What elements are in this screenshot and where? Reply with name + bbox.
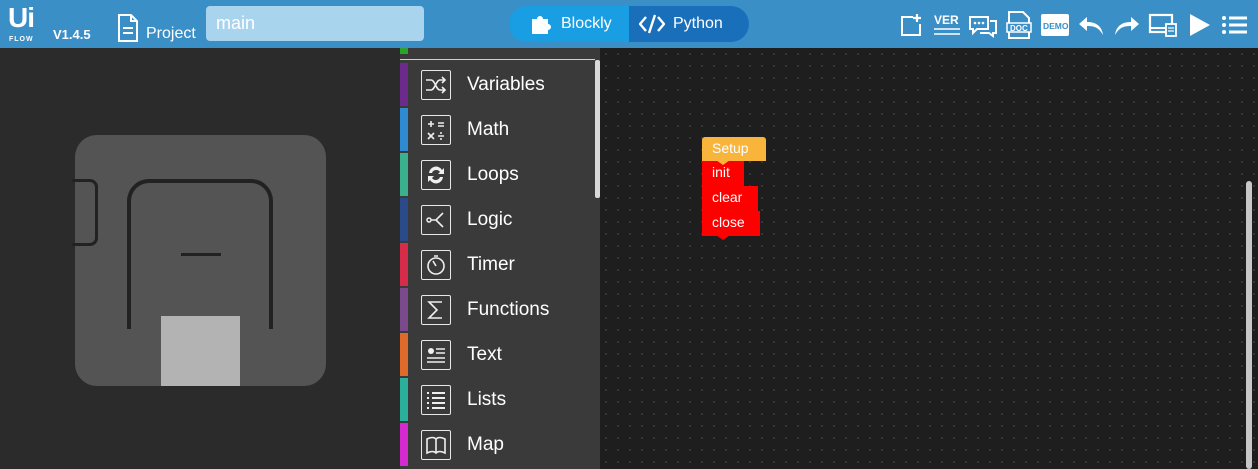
category-color-bar [400,108,408,151]
toolbar: VER DOC DEMO [892,8,1252,42]
divider [400,59,595,60]
puzzle-icon [532,16,551,34]
sigma-icon [421,295,451,325]
version-button[interactable]: VER [930,8,964,42]
category-logic[interactable]: Logic [400,198,595,241]
top-bar: Ui FLOW V1.4.5 Project Blockly [0,0,1258,48]
category-color-bar [400,243,408,286]
device-icon [1148,13,1177,37]
new-file-icon [901,14,921,36]
run-button[interactable] [1182,8,1216,42]
device-preview[interactable] [72,135,326,386]
category-label: Functions [467,299,550,320]
category-color-bar [400,288,408,331]
clear-block[interactable]: clear [702,186,758,211]
loop-icon [421,160,451,190]
list-icon [421,385,451,415]
math-icon [421,115,451,145]
mode-switch: Blockly Python [509,6,749,42]
menu-icon [1222,16,1247,34]
menu-button[interactable] [1218,8,1252,42]
block-connector-notch [716,160,730,165]
uiflow-logo: Ui FLOW [8,2,46,44]
category-map[interactable]: Map [400,423,595,466]
shuffle-icon [421,70,451,100]
category-label: Loops [467,164,519,185]
file-icon[interactable] [117,14,139,42]
category-label: Lists [467,389,507,410]
category-color-bar [400,333,408,376]
category-label: Text [467,344,502,365]
project-button[interactable]: Project [146,25,196,43]
comment-icon [969,16,997,38]
map-icon [421,430,451,460]
python-mode-label: Python [673,15,723,32]
logo-text: Ui [8,2,35,33]
category-label: Logic [467,209,513,230]
category-label: Math [467,119,510,140]
version-icon: VER [934,13,960,35]
new-file-button[interactable] [894,8,928,42]
doc-button[interactable]: DOC [1002,8,1036,42]
category-label: Map [467,434,504,455]
undo-icon [1079,17,1103,35]
category-functions[interactable]: Functions [400,288,595,331]
category-variables[interactable]: Variables [400,63,595,106]
svg-text:VER: VER [934,13,959,27]
logic-icon [421,205,451,235]
category-loops[interactable]: Loops [400,153,595,196]
blockly-mode-label: Blockly [561,15,612,32]
logo-subtext: FLOW [9,36,34,43]
device-button[interactable] [1146,8,1180,42]
svg-text:DOC: DOC [1010,24,1028,33]
category-color-bar [400,378,408,421]
category-color-bar [400,153,408,196]
category-color-bar [400,63,408,106]
category-label: Variables [467,74,545,95]
category-label: Timer [467,254,515,275]
category-color-bar [400,198,408,241]
blocks-toolbox: Variables Math Loops Logic Timer Functio… [400,48,600,469]
blockly-mode-button[interactable]: Blockly [509,6,629,42]
file-name-input[interactable] [206,6,424,41]
category-color-bar [400,48,408,54]
python-mode-button[interactable]: Python [629,6,749,42]
category-timer[interactable]: Timer [400,243,595,286]
block-connector-notch [716,235,730,240]
text-icon [421,340,451,370]
category-lists[interactable]: Lists [400,378,595,421]
category-math[interactable]: Math [400,108,595,151]
close-block[interactable]: close [702,211,760,236]
redo-button[interactable] [1110,8,1144,42]
block-connector-notch [716,210,730,215]
toolbox-separator [400,48,600,60]
block-connector-notch [716,185,730,190]
device-preview-panel [0,48,400,469]
redo-icon [1115,17,1139,35]
doc-icon: DOC [1006,11,1032,39]
device-side-button [72,179,98,246]
timer-icon [421,250,451,280]
version-label: V1.4.5 [53,27,91,42]
code-icon [639,14,665,34]
category-text[interactable]: Text [400,333,595,376]
comment-button[interactable] [966,8,1000,42]
device-screen [161,316,240,386]
demo-icon: DEMO [1041,14,1069,36]
category-color-bar [400,423,408,466]
undo-button[interactable] [1074,8,1108,42]
setup-block[interactable]: Setup [702,137,766,161]
blockly-workspace[interactable] [600,48,1258,469]
uiflow-app: Ui FLOW V1.4.5 Project Blockly [0,0,1258,469]
device-indicator [181,253,221,256]
demo-button[interactable]: DEMO [1038,8,1072,42]
run-icon [1190,14,1210,36]
workspace-scrollbar[interactable] [1246,181,1252,469]
svg-text:DEMO: DEMO [1043,21,1069,31]
